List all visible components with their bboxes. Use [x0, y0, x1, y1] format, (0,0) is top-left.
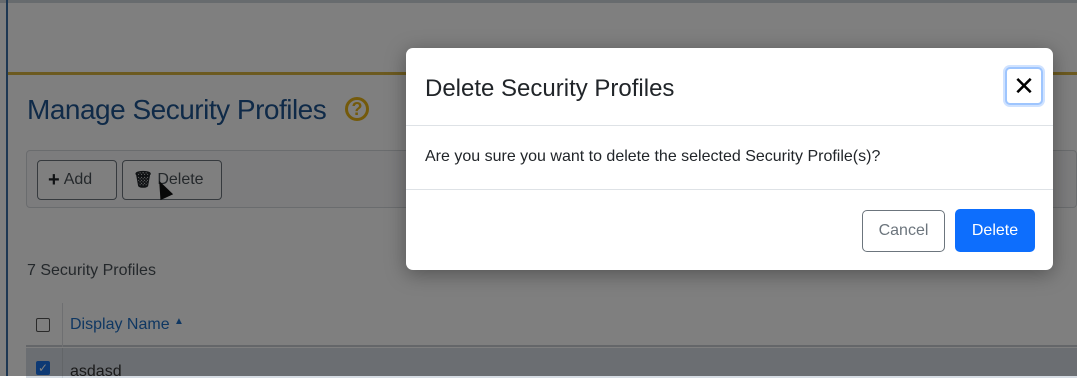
delete-confirmation-dialog: Delete Security Profiles ✕ Are you sure … — [406, 48, 1053, 270]
modal-title: Delete Security Profiles — [425, 75, 675, 102]
close-icon: ✕ — [1013, 71, 1035, 101]
modal-body: Are you sure you want to delete the sele… — [406, 126, 1053, 190]
modal-footer: Cancel Delete — [406, 190, 1053, 270]
modal-header: Delete Security Profiles ✕ — [406, 48, 1053, 126]
cancel-button[interactable]: Cancel — [862, 210, 945, 252]
confirm-delete-button[interactable]: Delete — [955, 209, 1035, 252]
modal-message: Are you sure you want to delete the sele… — [425, 148, 881, 165]
close-button[interactable]: ✕ — [1005, 67, 1043, 105]
